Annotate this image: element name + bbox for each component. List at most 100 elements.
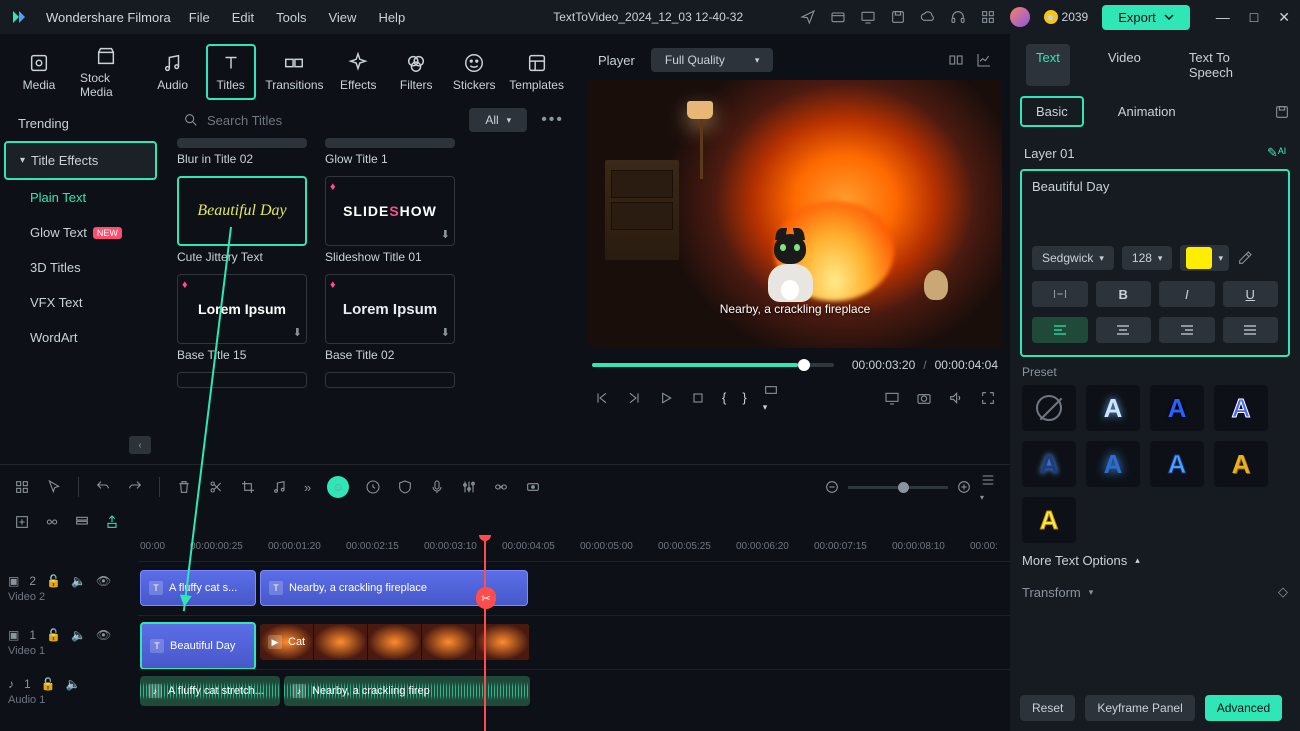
align-right-button[interactable] — [1159, 317, 1215, 343]
zoom-menu[interactable]: ▾ — [980, 472, 996, 503]
keyframe-diamond-icon[interactable]: ◇ — [1278, 584, 1288, 600]
track-header-video2[interactable]: ▣2🔓🔈👁 Video 2 — [0, 561, 138, 615]
tab-titles[interactable]: Titles — [206, 44, 256, 100]
tab-transitions[interactable]: Transitions — [264, 46, 326, 98]
undo-button[interactable] — [95, 479, 111, 495]
text-content-input[interactable]: Beautiful Day — [1032, 179, 1278, 235]
align-justify-button[interactable] — [1223, 317, 1279, 343]
preset-none[interactable] — [1022, 385, 1076, 431]
menu-file[interactable]: File — [189, 10, 210, 25]
export-button[interactable]: Export — [1102, 5, 1190, 30]
underline-button[interactable]: U — [1223, 281, 1279, 307]
tab-effects[interactable]: Effects — [333, 46, 383, 98]
select-tool[interactable] — [46, 479, 62, 495]
preset-item[interactable]: A — [1214, 385, 1268, 431]
cat-plain-text[interactable]: Plain Text — [16, 180, 157, 215]
send-icon[interactable] — [800, 9, 816, 25]
clip-audio-b[interactable]: ♪Nearby, a crackling firep — [284, 676, 530, 706]
download-icon[interactable]: ⬇ — [441, 228, 450, 241]
music-edit-icon[interactable] — [272, 479, 288, 495]
clip-audio-a[interactable]: ♪A fluffy cat stretch... — [140, 676, 280, 706]
track-video2[interactable]: TA fluffy cat s... TNearby, a crackling … — [138, 561, 1010, 615]
mute-icon[interactable]: 🔈 — [66, 677, 81, 691]
cat-3d-titles[interactable]: 3D Titles — [16, 250, 157, 285]
track-video1[interactable]: TBeautiful Day ▶Cat — [138, 615, 1010, 669]
apps-icon[interactable] — [980, 9, 996, 25]
italic-button[interactable]: I — [1159, 281, 1215, 307]
lock-icon[interactable]: 🔓 — [46, 628, 61, 642]
filter-all-dropdown[interactable]: All▾ — [469, 108, 527, 132]
save-preset-icon[interactable] — [1274, 104, 1290, 120]
lock-icon[interactable]: 🔓 — [41, 677, 56, 691]
chart-icon[interactable] — [976, 52, 992, 68]
compare-icon[interactable] — [948, 52, 964, 68]
delete-button[interactable] — [176, 479, 192, 495]
tab-audio[interactable]: Audio — [148, 46, 198, 98]
menu-edit[interactable]: Edit — [232, 10, 254, 25]
tab-templates[interactable]: Templates — [507, 46, 566, 98]
preview-canvas[interactable]: Nearby, a crackling fireplace — [588, 80, 1002, 348]
track-header-video1[interactable]: ▣1🔓🔈👁 Video 1 — [0, 615, 138, 669]
ai-button[interactable]: ☺ — [327, 476, 349, 498]
mute-icon[interactable]: 🔈 — [71, 574, 86, 588]
keyframe-panel-button[interactable]: Keyframe Panel — [1085, 695, 1194, 721]
more-tools[interactable]: » — [304, 480, 311, 495]
fullscreen-button[interactable] — [980, 390, 996, 406]
menu-tools[interactable]: Tools — [276, 10, 306, 25]
timeline-ruler[interactable]: 00:00 00:00:00:25 00:00:01:20 00:00:02:1… — [138, 535, 1010, 561]
eye-icon[interactable]: 👁 — [96, 574, 111, 588]
more-text-options[interactable]: More Text Options▴ — [1020, 543, 1290, 578]
redo-button[interactable] — [127, 479, 143, 495]
download-icon[interactable]: ⬇ — [293, 326, 302, 339]
cat-title-effects[interactable]: ▾Title Effects — [4, 141, 157, 180]
headphones-icon[interactable] — [950, 9, 966, 25]
menu-view[interactable]: View — [328, 10, 356, 25]
track-header-audio1[interactable]: ♪1🔓🔈 Audio 1 — [0, 669, 138, 713]
record-icon[interactable] — [525, 479, 541, 495]
tab-stickers[interactable]: Stickers — [449, 46, 499, 98]
align-center-button[interactable] — [1096, 317, 1152, 343]
cloud-icon[interactable] — [920, 9, 936, 25]
menu-help[interactable]: Help — [378, 10, 405, 25]
cat-glow-text[interactable]: Glow TextNEW — [16, 215, 157, 250]
collapse-sidebar-button[interactable]: ‹ — [129, 436, 151, 454]
mark-in-button[interactable]: { — [722, 390, 726, 405]
minimize-button[interactable]: — — [1216, 9, 1230, 26]
marker-icon[interactable] — [104, 514, 120, 530]
screen-icon[interactable] — [860, 9, 876, 25]
preset-item[interactable]: A — [1022, 497, 1076, 543]
title-card[interactable]: Blur in Title 02 — [177, 138, 307, 166]
rtab-video[interactable]: Video — [1098, 44, 1151, 86]
preset-item[interactable]: A — [1150, 385, 1204, 431]
title-card-base-02[interactable]: ♦Lorem Ipsum⬇Base Title 02 — [325, 274, 455, 362]
close-button[interactable]: ✕ — [1278, 9, 1290, 26]
search-input[interactable]: Search Titles — [177, 108, 459, 132]
quality-dropdown[interactable]: Full Quality▾ — [651, 48, 774, 72]
mic-button[interactable] — [429, 479, 445, 495]
mute-icon[interactable]: 🔈 — [71, 628, 86, 642]
zoom-out-button[interactable] — [824, 479, 840, 495]
preset-item[interactable]: A — [1214, 441, 1268, 487]
speed-icon[interactable] — [365, 479, 381, 495]
progress-slider[interactable] — [592, 363, 834, 367]
track-audio1[interactable]: ♪A fluffy cat stretch... ♪Nearby, a crac… — [138, 669, 1010, 713]
spacing-button[interactable] — [1032, 281, 1088, 307]
transform-section[interactable]: Transform▾◇ — [1020, 578, 1290, 606]
more-icon[interactable]: ••• — [537, 111, 568, 129]
snapshot-button[interactable] — [916, 390, 932, 406]
coins[interactable]: ●2039 — [1044, 10, 1089, 24]
display-icon[interactable] — [884, 390, 900, 406]
tab-stock-media[interactable]: Stock Media — [72, 39, 140, 105]
marker-list-icon[interactable] — [74, 514, 90, 530]
track-add-icon[interactable] — [14, 514, 30, 530]
preset-item[interactable]: A — [1086, 441, 1140, 487]
folder-icon[interactable] — [830, 9, 846, 25]
advanced-button[interactable]: Advanced — [1205, 695, 1282, 721]
clip-beautiful-day[interactable]: TBeautiful Day — [140, 622, 256, 670]
playhead[interactable] — [484, 535, 486, 731]
link-icon[interactable] — [493, 479, 509, 495]
subtab-animation[interactable]: Animation — [1104, 98, 1190, 125]
volume-button[interactable] — [948, 390, 964, 406]
preset-item[interactable]: A — [1150, 441, 1204, 487]
download-icon[interactable]: ⬇ — [441, 326, 450, 339]
